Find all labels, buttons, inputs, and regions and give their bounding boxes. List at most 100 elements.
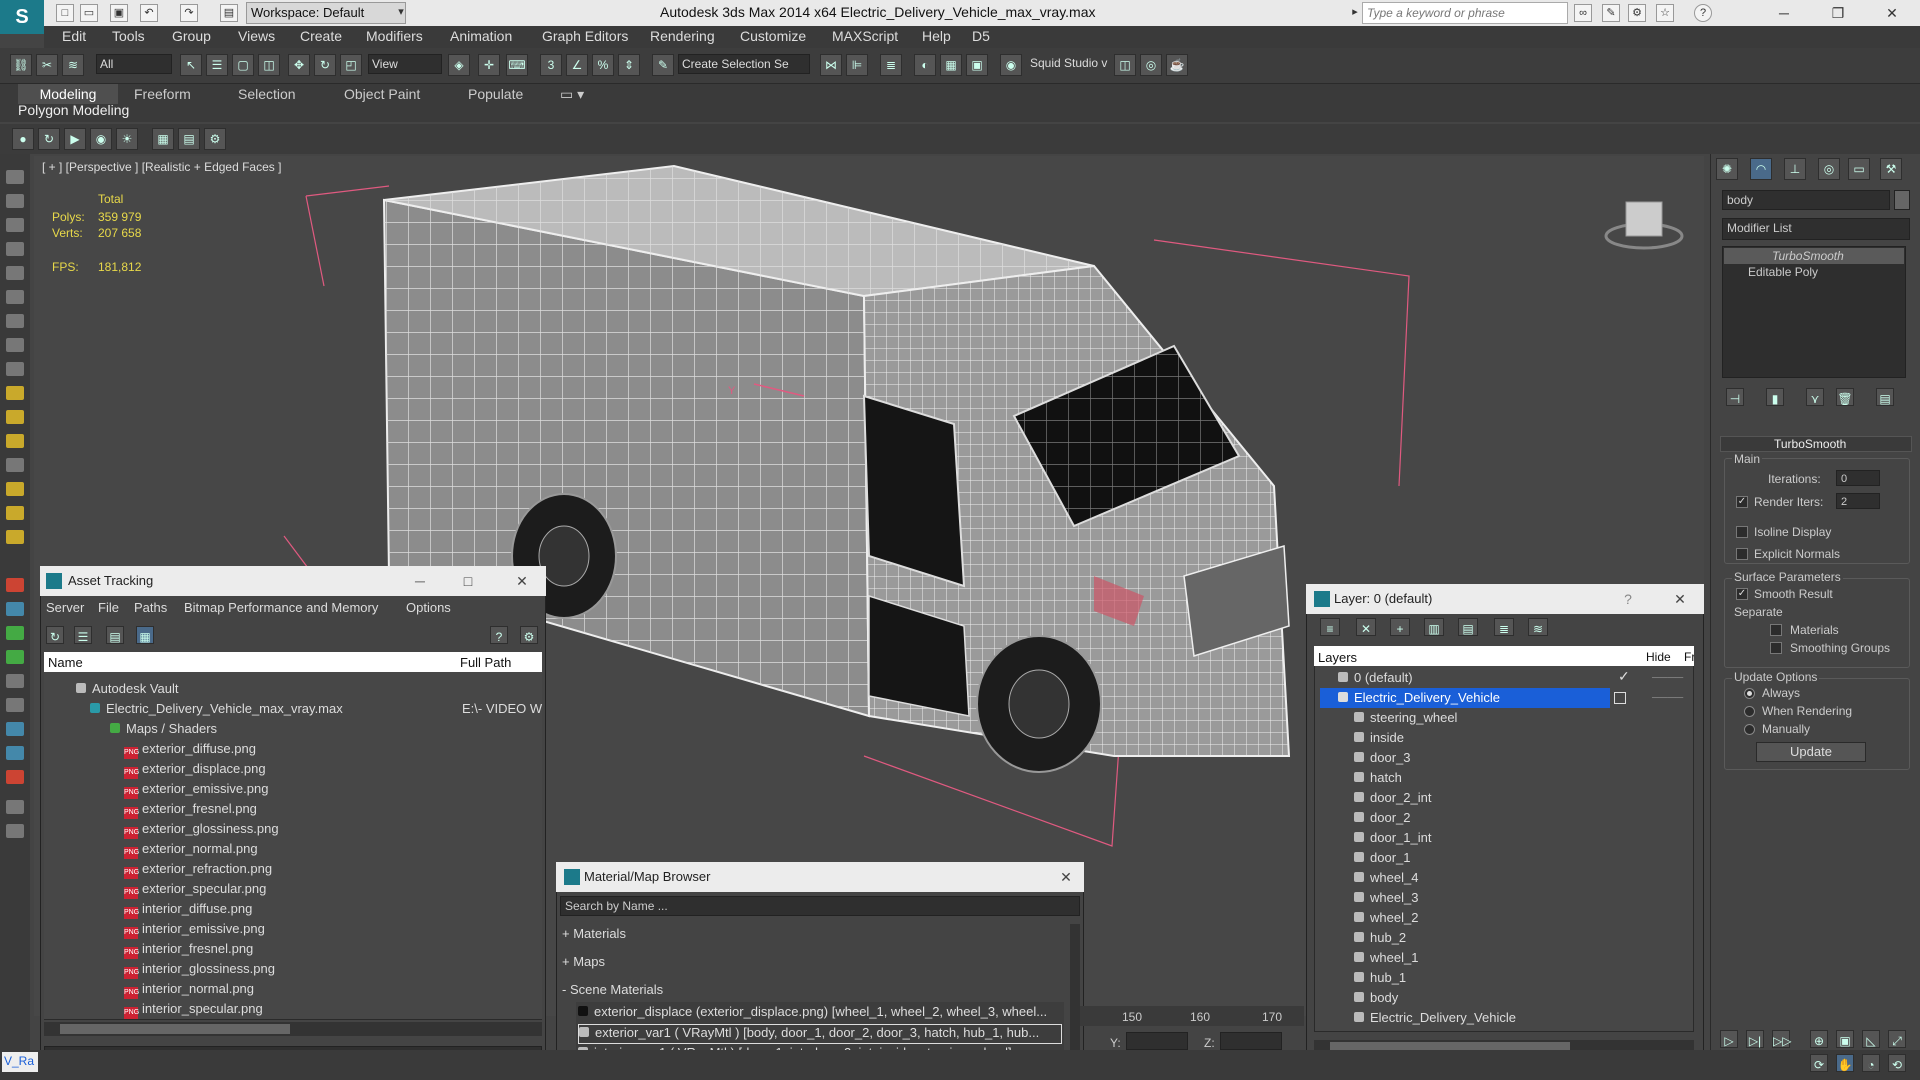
material-browser-title[interactable]: Material/Map Browser xyxy=(556,862,1084,892)
teapot-render-icon[interactable]: ☕ xyxy=(1166,54,1188,76)
layer-delete-icon[interactable]: ✕ xyxy=(1356,618,1376,636)
layer-add-icon[interactable]: + xyxy=(1390,618,1410,636)
maximize-viewport-icon[interactable]: ⤢ xyxy=(1888,1030,1906,1048)
make-unique-icon[interactable]: ⋎ xyxy=(1806,388,1824,406)
video-camera-icon[interactable]: ◉ xyxy=(90,128,112,150)
strip-tool-icon[interactable] xyxy=(6,530,24,544)
material-group-scene[interactable]: - Scene Materials xyxy=(562,982,663,997)
asset-menu-file[interactable]: File xyxy=(98,600,119,615)
strip-tool-icon[interactable] xyxy=(6,410,24,424)
menu-animation[interactable]: Animation xyxy=(450,28,512,44)
smooth-result-checkbox[interactable]: ✓ xyxy=(1736,588,1748,600)
stack-label-editable-poly[interactable]: Editable Poly xyxy=(1748,265,1818,279)
next-frame-icon[interactable]: ▷| xyxy=(1746,1030,1764,1048)
asset-menu-options[interactable]: Options xyxy=(406,600,451,615)
grid-icon[interactable]: ▦ xyxy=(152,128,174,150)
list-item[interactable]: door_1 xyxy=(1354,850,1516,870)
rotate-icon[interactable]: ↻ xyxy=(314,54,336,76)
asset-menu-server[interactable]: Server xyxy=(46,600,84,615)
squid-studio-icon[interactable]: ◉ xyxy=(1000,54,1022,76)
render-region-icon[interactable]: ◫ xyxy=(1114,54,1136,76)
utilities-tab-icon[interactable]: ⚒ xyxy=(1880,158,1902,180)
maxscript-listener[interactable]: V_Ra xyxy=(2,1052,38,1072)
strip-tool-icon[interactable] xyxy=(6,698,24,712)
menu-create[interactable]: Create xyxy=(300,28,342,44)
layer-select-icon[interactable]: ▥ xyxy=(1424,618,1444,636)
chevron-down-icon[interactable]: ▾ xyxy=(392,4,410,22)
strip-tool-icon[interactable] xyxy=(6,290,24,304)
asset-close-icon[interactable]: ✕ xyxy=(500,566,544,596)
list-item[interactable]: PNG interior_glossiness.png xyxy=(124,961,279,981)
strip-tool-icon[interactable] xyxy=(6,338,24,352)
strip-tool-icon[interactable] xyxy=(6,482,24,496)
strip-tool-icon[interactable] xyxy=(6,218,24,232)
mirror-icon[interactable]: ⋈ xyxy=(820,54,842,76)
layer-manager-icon[interactable]: ≣ xyxy=(880,54,902,76)
asset-col-name[interactable]: Name xyxy=(48,655,83,670)
scale-icon[interactable]: ◰ xyxy=(340,54,362,76)
list-item[interactable]: wheel_2 xyxy=(1354,910,1516,930)
strip-tool-icon[interactable] xyxy=(6,242,24,256)
minimize-icon[interactable]: ─ xyxy=(1762,0,1806,26)
list-item[interactable]: PNG interior_fresnel.png xyxy=(124,941,279,961)
strip-tool-icon[interactable] xyxy=(6,506,24,520)
keyboard-shortcut-icon[interactable]: ⌨ xyxy=(506,54,528,76)
list-item[interactable]: PNG interior_normal.png xyxy=(124,981,279,1001)
camera-icon[interactable]: ▶ xyxy=(64,128,86,150)
strip-tool-icon[interactable] xyxy=(6,722,24,736)
asset-grid-icon[interactable]: ▦ xyxy=(136,626,154,644)
strip-tool-icon[interactable] xyxy=(6,194,24,208)
polygon-modeling-panel[interactable]: Polygon Modeling xyxy=(18,102,129,118)
layer-col-layers[interactable]: Layers xyxy=(1318,650,1357,665)
modify-tab-icon[interactable]: ◠ xyxy=(1750,158,1772,180)
play-icon[interactable]: ▷ xyxy=(1720,1030,1738,1048)
material-group-materials[interactable]: + Materials xyxy=(562,926,626,941)
menu-help[interactable]: Help xyxy=(922,28,951,44)
refresh-icon[interactable]: ↻ xyxy=(38,128,60,150)
list-item[interactable]: door_2_int xyxy=(1354,790,1516,810)
close-icon[interactable]: ✕ xyxy=(1870,0,1914,26)
new-file-icon[interactable]: □ xyxy=(56,4,74,22)
asset-menu-bitmap[interactable]: Bitmap Performance and Memory xyxy=(184,600,378,615)
material-vertical-scrollbar[interactable] xyxy=(1070,924,1080,1070)
spinner-snap-icon[interactable]: ⇕ xyxy=(618,54,640,76)
select-object-icon[interactable]: ↖ xyxy=(180,54,202,76)
list-item[interactable]: door_1_int xyxy=(1354,830,1516,850)
list-item[interactable]: PNG exterior_glossiness.png xyxy=(124,821,279,841)
rectangle-select-icon[interactable]: ▢ xyxy=(232,54,254,76)
display-tab-icon[interactable]: ▭ xyxy=(1848,158,1870,180)
walkthrough-icon[interactable]: ◔ xyxy=(1862,1054,1880,1072)
configure-sets-icon[interactable]: ▤ xyxy=(1876,388,1894,406)
render-setup-icon[interactable]: ▦ xyxy=(940,54,962,76)
strip-tool-icon[interactable] xyxy=(6,578,24,592)
menu-graph-editors[interactable]: Graph Editors xyxy=(542,28,628,44)
tab-object-paint[interactable]: Object Paint xyxy=(344,84,420,104)
zoom-icon[interactable]: ⊕ xyxy=(1810,1030,1828,1048)
select-by-name-icon[interactable]: ☰ xyxy=(206,54,228,76)
list-item[interactable]: hatch xyxy=(1354,770,1516,790)
go-to-end-icon[interactable]: ▷▷ xyxy=(1772,1030,1791,1048)
strip-tool-icon[interactable] xyxy=(6,386,24,400)
strip-tool-icon[interactable] xyxy=(6,650,24,664)
show-end-result-icon[interactable]: ▮ xyxy=(1766,388,1784,406)
list-item[interactable]: wheel_4 xyxy=(1354,870,1516,890)
layer-highlight-icon[interactable]: ▤ xyxy=(1458,618,1478,636)
layer-freeze-all-icon[interactable]: ≋ xyxy=(1528,618,1548,636)
asset-maps-folder-row[interactable]: Maps / Shaders xyxy=(110,721,217,736)
selection-filter-dropdown[interactable]: All xyxy=(96,54,172,74)
zoom-extents-icon[interactable]: ▣ xyxy=(1836,1030,1854,1048)
material-group-maps[interactable]: + Maps xyxy=(562,954,605,969)
strip-tool-icon[interactable] xyxy=(6,362,24,376)
tab-freeform[interactable]: Freeform xyxy=(134,84,191,104)
layer-hide-all-icon[interactable]: ≣ xyxy=(1494,618,1514,636)
list-item[interactable]: hub_1 xyxy=(1354,970,1516,990)
arc-rotate-icon[interactable]: ⟲ xyxy=(1888,1054,1906,1072)
list-item[interactable]: door_2 xyxy=(1354,810,1516,830)
save-icon[interactable]: ▣ xyxy=(110,4,128,22)
tab-selection[interactable]: Selection xyxy=(238,84,296,104)
hierarchy-tab-icon[interactable]: ⊥ xyxy=(1784,158,1806,180)
object-name-field[interactable]: body xyxy=(1722,190,1890,210)
named-selection-dropdown[interactable]: Create Selection Se xyxy=(678,54,810,74)
hide-toggle[interactable]: ──── xyxy=(1652,672,1683,684)
strip-tool-icon[interactable] xyxy=(6,674,24,688)
